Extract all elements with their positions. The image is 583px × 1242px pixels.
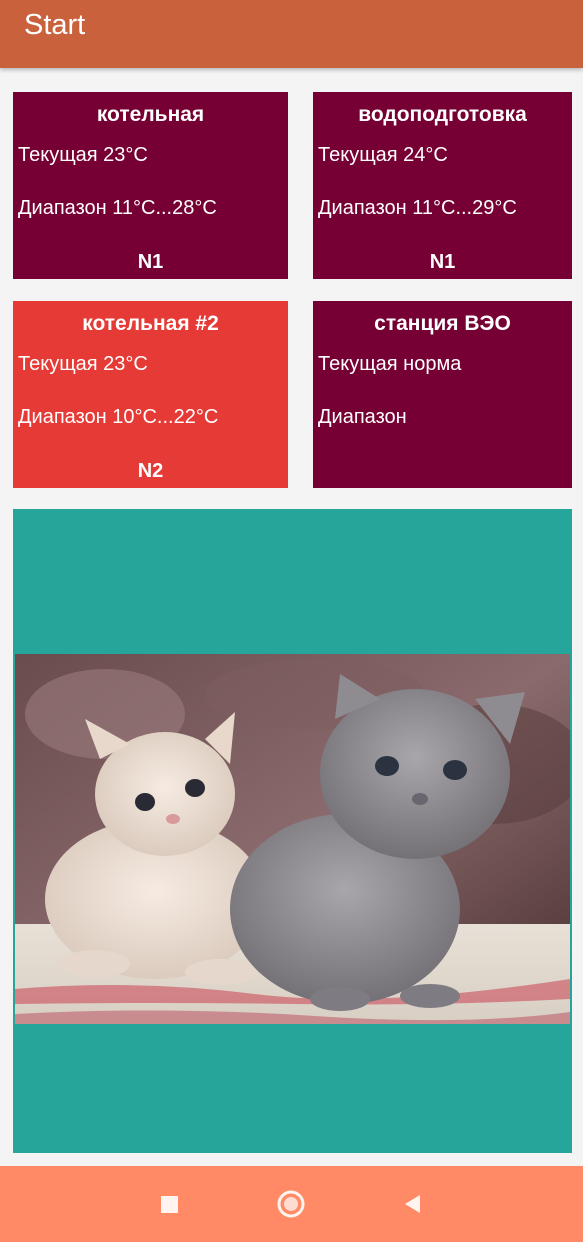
card-title: водоподготовка [358,103,527,126]
card-footer-label: N2 [137,460,164,482]
sensor-card-boiler-room[interactable]: котельная Текущая 23°C Диапазон 11°C...2… [13,92,288,279]
card-current-value: Текущая норма [318,353,462,375]
card-title: станция ВЭО [374,312,511,335]
card-current-value: Текущая 24°C [318,144,448,166]
sensor-card-water-treatment[interactable]: водоподготовка Текущая 24°C Диапазон 11°… [313,92,572,279]
card-current-value: Текущая 23°C [18,144,148,166]
sensor-card-boiler-room-2[interactable]: котельная #2 Текущая 23°C Диапазон 10°C.… [13,301,288,488]
card-footer-label: N1 [137,251,164,273]
card-footer-label: N1 [429,251,456,273]
card-range-value: Диапазон 11°C...29°C [318,197,517,219]
back-triangle-icon[interactable] [396,1188,428,1220]
recents-square-icon[interactable] [153,1188,185,1220]
system-navigation-bar [0,1166,583,1242]
home-circle-icon[interactable] [275,1188,307,1220]
app-bar: Start [0,0,583,68]
card-range-value: Диапазон 11°C...28°C [18,197,217,219]
card-range-value: Диапазон 10°C...22°C [18,406,219,428]
sensor-card-veo-station[interactable]: станция ВЭО Текущая норма Диапазон [313,301,572,488]
kittens-photo [15,654,570,1024]
app-title: Start [24,9,86,41]
card-title: котельная #2 [82,312,219,335]
card-title: котельная [96,103,205,126]
card-range-value: Диапазон [318,406,407,428]
photo-panel [13,509,572,1153]
card-current-value: Текущая 23°C [18,353,148,375]
